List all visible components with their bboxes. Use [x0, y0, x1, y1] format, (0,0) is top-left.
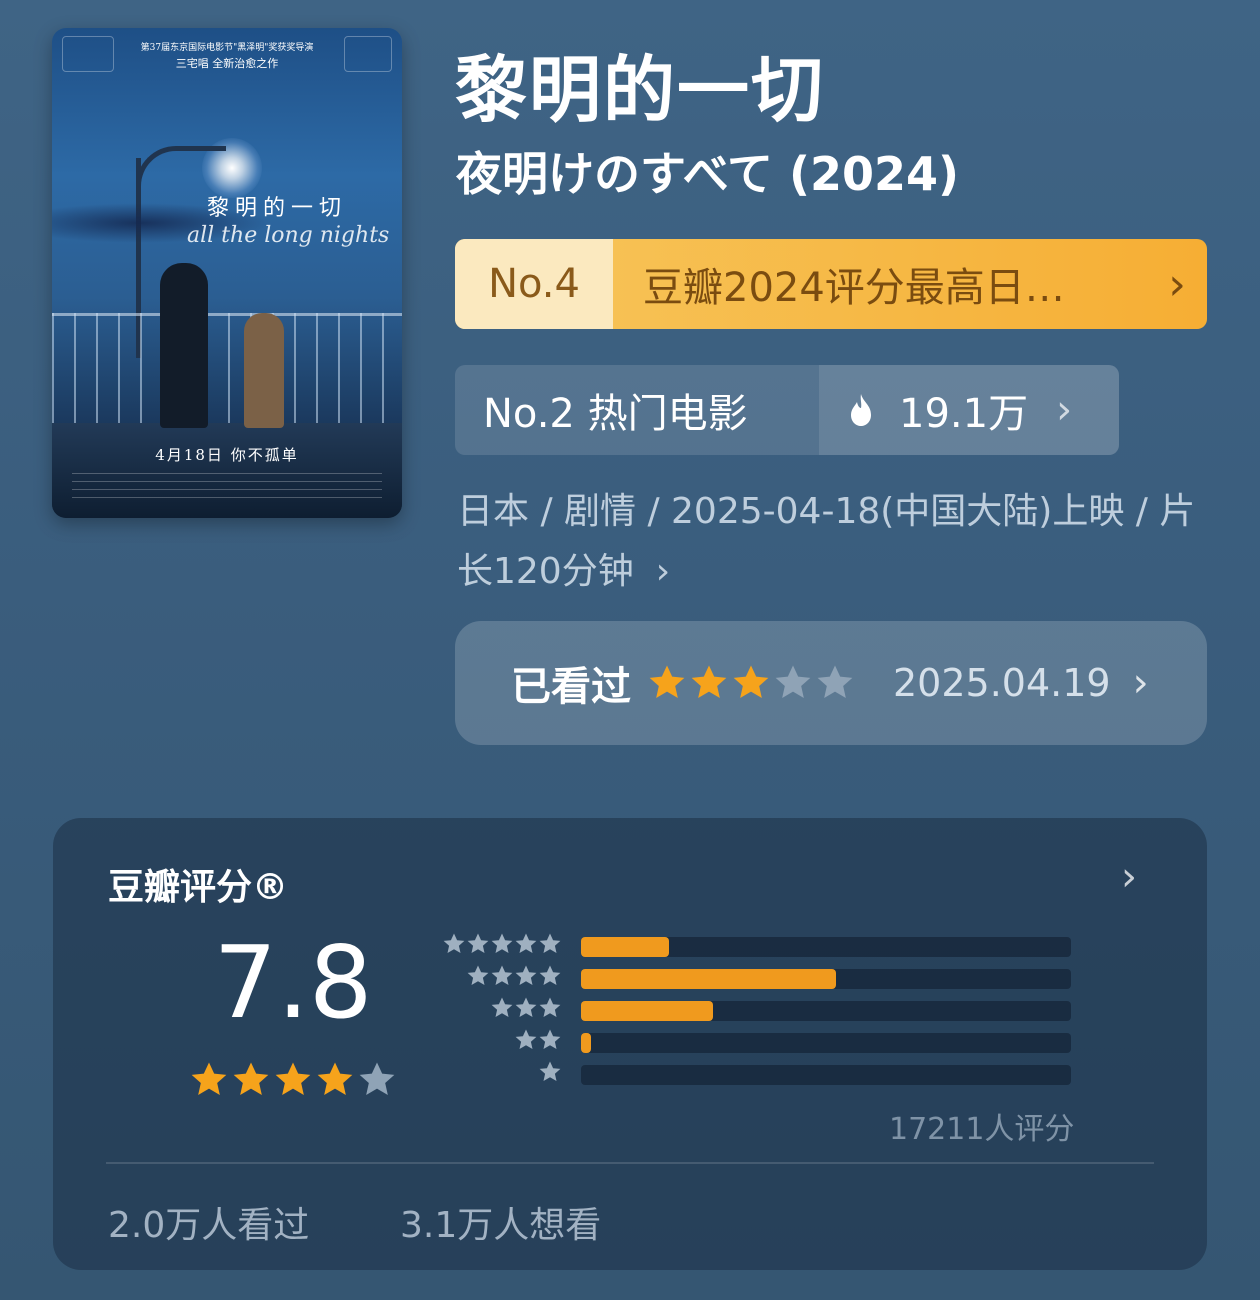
distribution-bar-fill	[581, 1033, 591, 1053]
douban-rating-card[interactable]: 豆瓣评分® › 7.8 17211人评分 2.0万人看过 3.1万人想看	[53, 818, 1207, 1270]
star-icon	[539, 997, 561, 1017]
star-icon	[359, 1062, 395, 1095]
rating-score: 7.8	[213, 924, 373, 1041]
distribution-row-4-star	[438, 964, 1078, 989]
hot-count-section: 19.1万 ›	[819, 365, 1119, 455]
star-icon	[691, 665, 727, 698]
poster-railing	[52, 313, 402, 423]
star-icon	[515, 1029, 537, 1049]
ranking-number: No.4	[455, 239, 613, 329]
star-icon	[539, 1029, 561, 1049]
distribution-bar-fill	[581, 969, 836, 989]
poster-figure-woman	[244, 313, 284, 428]
star-icon	[539, 1061, 561, 1081]
distribution-bar-track	[581, 969, 1071, 989]
watched-status-label: 已看过	[511, 664, 631, 710]
poster-tagline: 第37届东京国际电影节"黑泽明"奖获奖导演 三宅唱 全新治愈之作	[140, 43, 314, 70]
my-rating-stars	[647, 663, 857, 703]
watched-count[interactable]: 2.0万人看过	[108, 1196, 309, 1248]
chevron-right-icon: ›	[1168, 258, 1186, 310]
star-icon	[515, 965, 537, 985]
poster-english-title: all the long nights	[187, 223, 390, 248]
my-watched-card[interactable]: 已看过 2025.04.19 ›	[455, 621, 1207, 745]
distribution-bar-track	[581, 1033, 1071, 1053]
poster-credits	[72, 473, 382, 503]
distribution-row-3-star	[438, 996, 1078, 1021]
rating-card-title: 豆瓣评分®	[108, 867, 289, 908]
star-icon	[491, 997, 513, 1017]
ranking-banner[interactable]: No.4 豆瓣2024评分最高日… ›	[455, 239, 1207, 329]
star-icon	[649, 665, 685, 698]
chevron-right-icon: ›	[1056, 387, 1073, 433]
poster-festival-badge-left	[62, 36, 114, 72]
distribution-row-stars	[538, 1060, 562, 1084]
rating-count: 17211人评分	[889, 1112, 1075, 1147]
distribution-bar-track	[581, 937, 1071, 957]
distribution-bar-fill	[581, 937, 670, 957]
star-icon	[539, 933, 561, 953]
chevron-right-icon[interactable]: ›	[1121, 854, 1137, 900]
movie-meta-info[interactable]: 日本 / 剧情 / 2025-04-18(中国大陆)上映 / 片长120分钟 ›	[457, 482, 1197, 602]
hot-rank-label: No.2 热门电影	[483, 391, 748, 437]
hot-movie-pill[interactable]: No.2 热门电影 19.1万 ›	[455, 365, 1119, 455]
movie-poster[interactable]: 第37届东京国际电影节"黑泽明"奖获奖导演 三宅唱 全新治愈之作 黎明的一切 a…	[52, 28, 402, 518]
movie-title: 黎明的一切	[455, 48, 826, 132]
star-icon	[233, 1062, 269, 1095]
star-icon	[515, 997, 537, 1017]
distribution-bar-track	[581, 1065, 1071, 1085]
distribution-row-2-star	[438, 1028, 1078, 1053]
star-icon	[491, 933, 513, 953]
star-icon	[467, 965, 489, 985]
star-icon	[515, 933, 537, 953]
poster-title: 黎明的一切	[207, 196, 348, 221]
hot-count-value: 19.1万	[899, 391, 1029, 437]
star-icon	[467, 933, 489, 953]
rating-card-divider	[106, 1162, 1154, 1164]
star-icon	[191, 1062, 227, 1095]
distribution-bar-track	[581, 1001, 1071, 1021]
poster-ground	[52, 423, 402, 518]
poster-festival-badge-right	[344, 36, 392, 72]
movie-original-title: 夜明けのすべて (2024)	[456, 147, 960, 201]
star-icon	[275, 1062, 311, 1095]
star-icon	[443, 933, 465, 953]
chevron-right-icon: ›	[1132, 660, 1149, 706]
distribution-row-stars	[466, 964, 562, 988]
distribution-row-stars	[514, 1028, 562, 1052]
streetlight-arm	[136, 146, 226, 186]
chevron-right-icon: ›	[655, 551, 671, 592]
distribution-row-stars	[490, 996, 562, 1020]
distribution-row-5-star	[438, 932, 1078, 957]
distribution-bar-fill	[581, 1001, 714, 1021]
poster-release-date: 4月18日 你不孤单	[155, 446, 299, 464]
ranking-list-name: 豆瓣2024评分最高日…	[643, 265, 1065, 311]
star-icon	[539, 965, 561, 985]
movie-meta-text: 日本 / 剧情 / 2025-04-18(中国大陆)上映 / 片长120分钟	[457, 491, 1196, 592]
watched-date: 2025.04.19	[893, 661, 1111, 705]
star-icon	[775, 665, 811, 698]
flame-icon	[851, 394, 871, 426]
distribution-row-stars	[442, 932, 562, 956]
rating-score-stars	[189, 1060, 399, 1100]
star-icon	[317, 1062, 353, 1095]
star-icon	[817, 665, 853, 698]
distribution-row-1-star	[438, 1060, 1078, 1085]
star-icon	[491, 965, 513, 985]
star-icon	[733, 665, 769, 698]
want-to-watch-count[interactable]: 3.1万人想看	[400, 1196, 601, 1248]
poster-figure-man	[160, 263, 208, 428]
